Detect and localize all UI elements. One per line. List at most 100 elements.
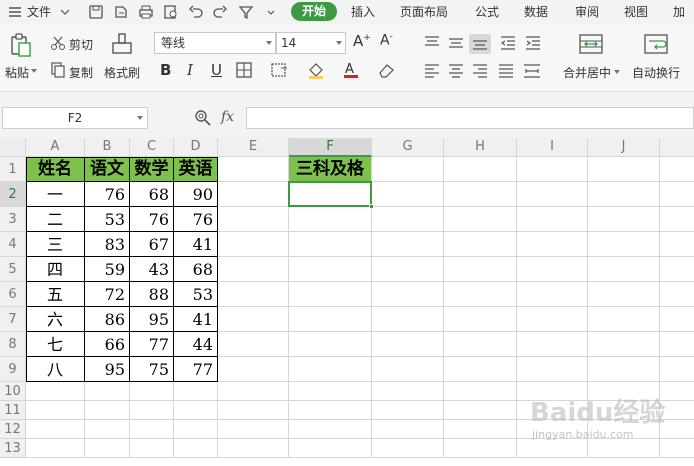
cell-j5[interactable] [588, 257, 660, 282]
format-painter-button[interactable]: 格式刷 [104, 64, 140, 81]
cell-i8[interactable] [517, 332, 588, 357]
merge-dropdown-icon[interactable] [614, 70, 620, 74]
cell-b12[interactable] [85, 420, 130, 439]
align-middle-icon[interactable] [448, 36, 464, 50]
cell-b5[interactable]: 59 [85, 257, 130, 282]
cell-e13[interactable] [218, 439, 289, 458]
cell-e3[interactable] [218, 207, 289, 232]
cell-a12[interactable] [26, 420, 85, 439]
cell-k13[interactable] [660, 439, 694, 458]
cell-e5[interactable] [218, 257, 289, 282]
cell-f8[interactable] [289, 332, 372, 357]
cell-i3[interactable] [517, 207, 588, 232]
tab-home[interactable]: 开始 [291, 2, 337, 21]
print-preview-icon[interactable] [162, 3, 180, 21]
distributed-align-icon[interactable] [523, 64, 541, 78]
decrease-font-icon[interactable]: A- [380, 32, 393, 49]
cell-h9[interactable] [444, 357, 517, 382]
cell-c3[interactable]: 76 [130, 207, 174, 232]
copy-button[interactable]: 复制 [69, 64, 93, 81]
cell-c12[interactable] [130, 420, 174, 439]
font-size-select[interactable]: 14 [276, 32, 346, 54]
cell-d6[interactable]: 53 [174, 282, 218, 307]
cell-e11[interactable] [218, 401, 289, 420]
merge-center-icon[interactable] [579, 33, 603, 55]
wrap-text-button[interactable]: 自动换行 [632, 64, 680, 81]
cell-g11[interactable] [372, 401, 444, 420]
column-header-g[interactable]: G [372, 138, 444, 157]
hamburger-icon[interactable] [6, 3, 24, 21]
cell-d3[interactable]: 76 [174, 207, 218, 232]
cell-b11[interactable] [85, 401, 130, 420]
borders-icon[interactable] [236, 62, 252, 78]
align-right-icon[interactable] [472, 64, 488, 78]
cell-e4[interactable] [218, 232, 289, 257]
zoom-search-icon[interactable] [194, 109, 212, 127]
column-header-k[interactable] [660, 138, 694, 157]
cell-f4[interactable] [289, 232, 372, 257]
row-header-1[interactable]: 1 [0, 157, 26, 182]
cell-f5[interactable] [289, 257, 372, 282]
cell-f9[interactable] [289, 357, 372, 382]
tab-formulas[interactable]: 公式 [475, 0, 499, 24]
bold-button[interactable]: B [160, 61, 171, 79]
cell-k3[interactable] [660, 207, 694, 232]
wrap-text-icon[interactable] [644, 33, 668, 55]
cell-f11[interactable] [289, 401, 372, 420]
cell-d5[interactable]: 68 [174, 257, 218, 282]
row-header-13[interactable]: 13 [0, 439, 26, 458]
cell-g7[interactable] [372, 307, 444, 332]
cell-j13[interactable] [588, 439, 660, 458]
cell-b3[interactable]: 53 [85, 207, 130, 232]
column-header-h[interactable]: H [444, 138, 517, 157]
align-bottom-icon[interactable] [472, 36, 488, 50]
cell-i6[interactable] [517, 282, 588, 307]
cell-b4[interactable]: 83 [85, 232, 130, 257]
cell-h1[interactable] [444, 157, 517, 182]
cell-c5[interactable]: 43 [130, 257, 174, 282]
cell-k1[interactable] [660, 157, 694, 182]
cell-b6[interactable]: 72 [85, 282, 130, 307]
cell-b9[interactable]: 95 [85, 357, 130, 382]
cell-a11[interactable] [26, 401, 85, 420]
cell-a13[interactable] [26, 439, 85, 458]
cell-k5[interactable] [660, 257, 694, 282]
cell-f12[interactable] [289, 420, 372, 439]
cell-k2[interactable] [660, 182, 694, 207]
name-box[interactable]: F2 [2, 107, 148, 129]
font-name-select[interactable]: 等线 [154, 32, 276, 54]
cell-h7[interactable] [444, 307, 517, 332]
fill-color-icon[interactable] [307, 61, 325, 79]
cell-a8[interactable]: 七 [26, 332, 85, 357]
cell-h13[interactable] [444, 439, 517, 458]
font-color-icon[interactable]: A [342, 60, 360, 78]
cell-d13[interactable] [174, 439, 218, 458]
cell-a4[interactable]: 三 [26, 232, 85, 257]
cell-k8[interactable] [660, 332, 694, 357]
align-top-icon[interactable] [424, 36, 440, 50]
cell-k6[interactable] [660, 282, 694, 307]
cell-h8[interactable] [444, 332, 517, 357]
cell-j4[interactable] [588, 232, 660, 257]
cell-k4[interactable] [660, 232, 694, 257]
cell-d8[interactable]: 44 [174, 332, 218, 357]
cell-j9[interactable] [588, 357, 660, 382]
cell-d4[interactable]: 41 [174, 232, 218, 257]
cell-j8[interactable] [588, 332, 660, 357]
cell-d10[interactable] [174, 382, 218, 401]
cell-h2[interactable] [444, 182, 517, 207]
cell-e2[interactable] [218, 182, 289, 207]
row-header-2[interactable]: 2 [0, 182, 26, 207]
cell-c7[interactable]: 95 [130, 307, 174, 332]
cell-b10[interactable] [85, 382, 130, 401]
cell-i1[interactable] [517, 157, 588, 182]
decrease-indent-icon[interactable] [500, 36, 516, 50]
cell-e6[interactable] [218, 282, 289, 307]
cell-a5[interactable]: 四 [26, 257, 85, 282]
cell-k9[interactable] [660, 357, 694, 382]
cell-f6[interactable] [289, 282, 372, 307]
select-all-corner[interactable] [0, 138, 26, 157]
tab-view[interactable]: 视图 [624, 0, 648, 24]
paste-button[interactable]: 粘贴 [5, 64, 29, 81]
tab-data[interactable]: 数据 [524, 0, 548, 24]
